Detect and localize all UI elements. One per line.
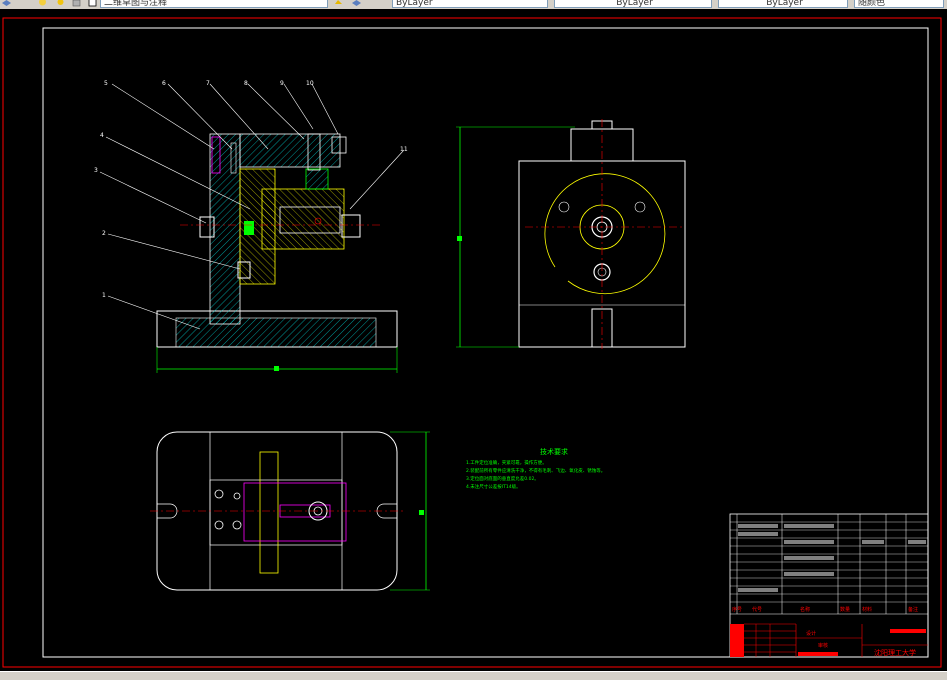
tech-title: 技术要求 — [540, 447, 568, 456]
front-view — [156, 133, 398, 373]
bom-name-header: 名称 — [800, 606, 810, 613]
bom-code-header: 代号 — [752, 606, 762, 613]
lock-icon[interactable] — [72, 0, 81, 7]
bom-seq-header: 序号 — [732, 606, 742, 613]
sun-icon[interactable] — [56, 0, 65, 7]
bom-note-header: 备注 — [908, 606, 918, 613]
plotstyle-combo-value: 随颜色 — [858, 0, 886, 8]
title-school: 沈阳理工大学 — [874, 648, 916, 657]
part-number-8: 8 — [244, 80, 248, 87]
tech-requirements: 技术要求 1.工件定位准确，夹紧可靠，操作方便。 2.装配前所有零件应清洗干净，… — [466, 447, 605, 490]
part-number-2: 2 — [102, 230, 106, 237]
drawing-canvas[interactable]: 5 6 7 8 9 10 4 3 2 1 11 技术要求 1.工件定位准确，夹紧… — [0, 9, 947, 671]
color-combo[interactable]: ByLayer — [392, 0, 548, 8]
layer-prev-icon[interactable] — [334, 0, 343, 7]
layer-combo[interactable]: 二维草图与注释 — [100, 0, 328, 8]
side-view — [456, 119, 686, 349]
part-number-3: 3 — [94, 167, 98, 174]
lineweight-combo-value: ByLayer — [766, 0, 803, 8]
bulb-icon[interactable] — [38, 0, 47, 7]
lineweight-combo[interactable]: ByLayer — [718, 0, 848, 8]
layer-combo-value: 二维草图与注释 — [104, 0, 168, 8]
title-check-label: 审核 — [818, 642, 828, 649]
outer-frame — [2, 17, 942, 668]
bom-qty-header: 数量 — [840, 606, 850, 613]
tech-line-2: 2.装配前所有零件应清洗干净，不得有毛刺、飞边、氧化皮、锈蚀等。 — [466, 467, 605, 474]
part-number-10: 10 — [306, 80, 314, 87]
plotstyle-combo[interactable]: 随颜色 — [854, 0, 944, 8]
part-number-11: 11 — [400, 146, 408, 153]
part-number-6: 6 — [162, 80, 166, 87]
part-number-1: 1 — [102, 292, 106, 299]
color-combo-value: ByLayer — [396, 0, 433, 8]
title-block: 序号 代号 名称 数量 材料 备注 设计 审核 沈阳理工大学 — [729, 513, 929, 658]
part-number-4: 4 — [100, 132, 104, 139]
part-number-5: 5 — [104, 80, 108, 87]
tech-line-3: 3.定位面对底面的垂直度允差0.02。 — [466, 475, 539, 482]
linetype-combo-value: ByLayer — [616, 0, 653, 8]
layer-color-icon[interactable] — [88, 0, 97, 7]
drawing-svg: 5 6 7 8 9 10 4 3 2 1 11 技术要求 1.工件定位准确，夹紧… — [2, 17, 942, 668]
tech-line-1: 1.工件定位准确，夹紧可靠，操作方便。 — [466, 459, 547, 466]
part-number-7: 7 — [206, 80, 210, 87]
title-design-label: 设计 — [806, 630, 816, 637]
top-view — [150, 431, 430, 591]
part-number-9: 9 — [280, 80, 284, 87]
layer-states-icon[interactable] — [2, 0, 11, 7]
tech-line-4: 4.未注尺寸公差按IT14级。 — [466, 483, 521, 490]
layer-match-icon[interactable] — [352, 0, 361, 7]
bom-material-header: 材料 — [862, 606, 872, 613]
linetype-combo[interactable]: ByLayer — [554, 0, 712, 8]
